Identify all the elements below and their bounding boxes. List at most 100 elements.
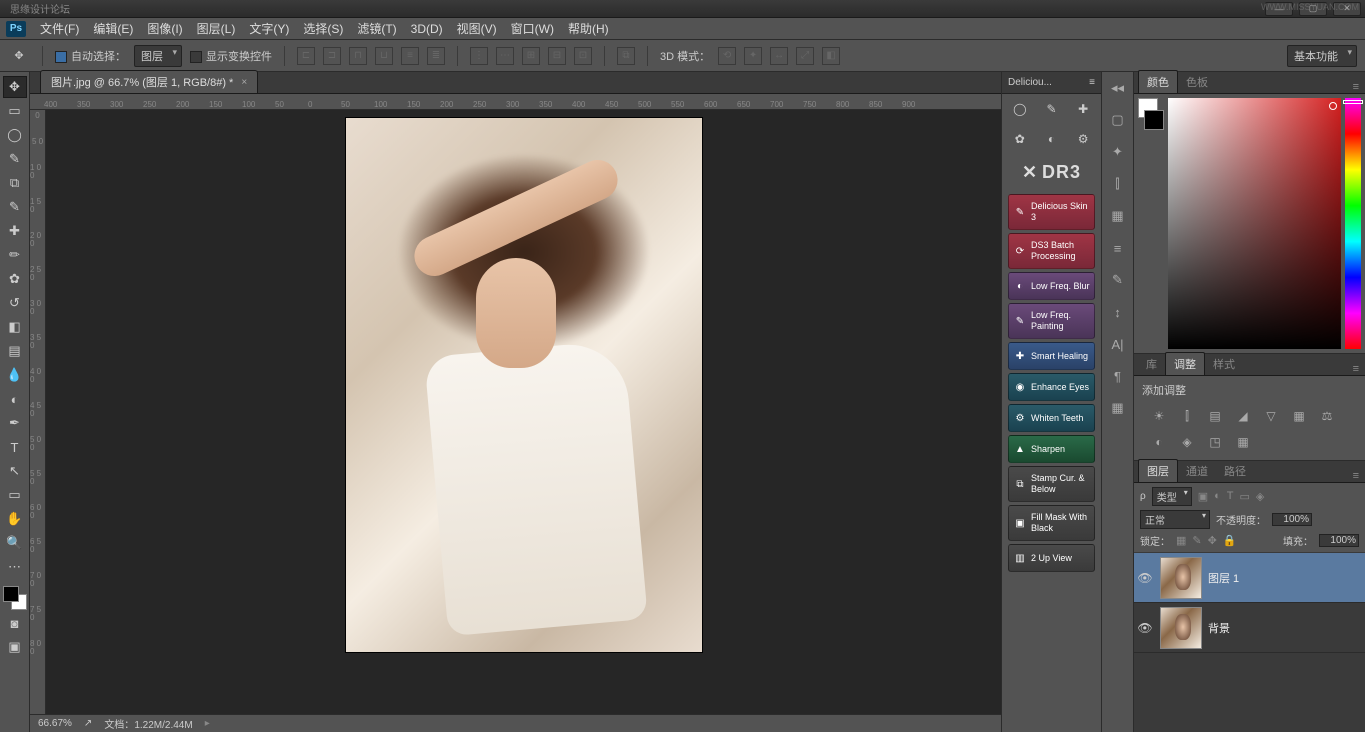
clone-icon[interactable]: ↕	[1108, 302, 1128, 322]
hue-slider[interactable]	[1345, 98, 1361, 349]
menu-edit[interactable]: 编辑(E)	[93, 20, 133, 37]
3d-icon[interactable]: ⤢	[796, 47, 814, 65]
visibility-icon[interactable]: 👁	[1136, 621, 1154, 635]
filter-adjust-icon[interactable]: ◐	[1214, 490, 1221, 503]
align-icon[interactable]: ⊓	[349, 47, 367, 65]
photo-filter-icon[interactable]: ◈	[1178, 434, 1196, 450]
hue-icon[interactable]: ▦	[1290, 408, 1308, 424]
brush-icon[interactable]: ✎	[1040, 100, 1062, 118]
marquee-tool[interactable]: ▭	[3, 100, 27, 122]
color-swatches[interactable]	[3, 586, 27, 610]
pen-tool[interactable]: ✒	[3, 412, 27, 434]
blend-mode[interactable]: 正常	[1140, 510, 1210, 529]
tab-styles[interactable]: 样式	[1205, 353, 1243, 375]
plugin-btn-delicious-skin-3[interactable]: ✎Delicious Skin 3	[1008, 194, 1095, 230]
tab-swatches[interactable]: 色板	[1178, 71, 1216, 93]
tab-paths[interactable]: 路径	[1216, 460, 1254, 482]
plugin-btn-sharpen[interactable]: ▲Sharpen	[1008, 435, 1095, 463]
info-icon[interactable]: ⫿	[1108, 174, 1128, 194]
type-tool[interactable]: T	[3, 436, 27, 458]
export-icon[interactable]: ↗	[84, 718, 92, 729]
auto-select-checkbox[interactable]: 自动选择：	[55, 48, 126, 64]
align-icon[interactable]: ≣	[427, 47, 445, 65]
close-tab-icon[interactable]: ×	[241, 77, 247, 88]
menu-view[interactable]: 视图(V)	[457, 20, 497, 37]
menu-3d[interactable]: 3D(D)	[411, 22, 443, 36]
menu-layer[interactable]: 图层(L)	[197, 20, 236, 37]
menu-window[interactable]: 窗口(W)	[511, 20, 554, 37]
distribute-icon[interactable]: ⋯	[496, 47, 514, 65]
properties-icon[interactable]: ▦	[1108, 206, 1128, 226]
menu-file[interactable]: 文件(F)	[40, 20, 79, 37]
edit-toolbar[interactable]: ⋯	[3, 556, 27, 578]
hand-tool[interactable]: ✋	[3, 508, 27, 530]
filter-type-icon[interactable]: T	[1227, 490, 1234, 503]
lasso-icon[interactable]: ◯	[1009, 100, 1031, 118]
plugin-btn-smart-healing[interactable]: ✚Smart Healing	[1008, 342, 1095, 370]
plugin-btn-fill-mask-with-black[interactable]: ▣Fill Mask With Black	[1008, 505, 1095, 541]
quick-mask[interactable]: ◙	[3, 612, 27, 634]
expand-icon[interactable]: ◂◂	[1108, 78, 1128, 98]
lasso-tool[interactable]: ◯	[3, 124, 27, 146]
quick-select-tool[interactable]: ✎	[3, 148, 27, 170]
stamp-tool[interactable]: ✿	[3, 268, 27, 290]
exposure-icon[interactable]: ◢	[1234, 408, 1252, 424]
filter-shape-icon[interactable]: ▭	[1240, 490, 1250, 503]
tab-library[interactable]: 库	[1138, 353, 1165, 375]
color-field[interactable]	[1168, 98, 1341, 349]
distribute-icon[interactable]: ⊞	[522, 47, 540, 65]
plugin-btn-low-freq-blur[interactable]: ◐Low Freq. Blur	[1008, 272, 1095, 300]
brush-tool[interactable]: ✏	[3, 244, 27, 266]
layer-thumbnail[interactable]	[1160, 607, 1202, 649]
tab-layers[interactable]: 图层	[1138, 459, 1178, 482]
layer-thumbnail[interactable]	[1160, 557, 1202, 599]
mixer-icon[interactable]: ◳	[1206, 434, 1224, 450]
levels-icon[interactable]: ⫿	[1178, 408, 1196, 424]
filter-smart-icon[interactable]: ◈	[1256, 490, 1264, 503]
filter-image-icon[interactable]: ▣	[1198, 490, 1208, 503]
panel-menu-icon[interactable]: ≡	[1347, 81, 1365, 93]
curves-icon[interactable]: ▤	[1206, 408, 1224, 424]
balance-icon[interactable]: ⚖	[1318, 408, 1336, 424]
3d-icon[interactable]: ✦	[744, 47, 762, 65]
document-tab[interactable]: 图片.jpg @ 66.7% (图层 1, RGB/8#) * ×	[40, 70, 258, 93]
stamp-icon[interactable]: ✿	[1009, 130, 1031, 148]
menu-type[interactable]: 文字(Y)	[249, 20, 289, 37]
brush-panel-icon[interactable]: ✎	[1108, 270, 1128, 290]
zoom-level[interactable]: 66.67%	[38, 718, 72, 729]
eyedropper-tool[interactable]: ✎	[3, 196, 27, 218]
screen-mode[interactable]: ▣	[3, 636, 27, 658]
blur-tool[interactable]: 💧	[3, 364, 27, 386]
lock-brush-icon[interactable]: ✎	[1192, 534, 1201, 547]
fill-value[interactable]: 100%	[1319, 534, 1359, 547]
distribute-icon[interactable]: ⊟	[548, 47, 566, 65]
auto-align-icon[interactable]: ⧉	[617, 47, 635, 65]
heal-icon[interactable]: ✚	[1072, 100, 1094, 118]
menu-image[interactable]: 图像(I)	[147, 20, 182, 37]
lock-all-icon[interactable]: 🔒	[1223, 534, 1237, 547]
show-transform-checkbox[interactable]: 显示变换控件	[190, 48, 272, 64]
plugin-btn-2-up-view[interactable]: ▥2 Up View	[1008, 544, 1095, 572]
layer-filter-type[interactable]: 类型	[1152, 487, 1192, 506]
dodge-tool[interactable]: ◐	[3, 388, 27, 410]
3d-icon[interactable]: ◧	[822, 47, 840, 65]
align-icon[interactable]: ⊔	[375, 47, 393, 65]
tab-color[interactable]: 颜色	[1138, 70, 1178, 93]
eraser-tool[interactable]: ◧	[3, 316, 27, 338]
layer-row[interactable]: 👁图层 1	[1134, 553, 1365, 603]
shape-tool[interactable]: ▭	[3, 484, 27, 506]
menu-select[interactable]: 选择(S)	[303, 20, 343, 37]
zoom-tool[interactable]: 🔍	[3, 532, 27, 554]
plugin-btn-enhance-eyes[interactable]: ◉Enhance Eyes	[1008, 373, 1095, 401]
lookup-icon[interactable]: ▦	[1234, 434, 1252, 450]
character-icon[interactable]: A|	[1108, 334, 1128, 354]
crop-tool[interactable]: ⧉	[3, 172, 27, 194]
path-select-tool[interactable]: ↖	[3, 460, 27, 482]
bg-swatch[interactable]	[1144, 110, 1164, 130]
lock-move-icon[interactable]: ✥	[1208, 534, 1217, 547]
plugin-btn-ds3-batch-processing[interactable]: ⟳DS3 Batch Processing	[1008, 233, 1095, 269]
brightness-icon[interactable]: ☀	[1150, 408, 1168, 424]
tab-adjust[interactable]: 调整	[1165, 352, 1205, 375]
3d-icon[interactable]: ▦	[1108, 398, 1128, 418]
align-icon[interactable]: ⊐	[323, 47, 341, 65]
